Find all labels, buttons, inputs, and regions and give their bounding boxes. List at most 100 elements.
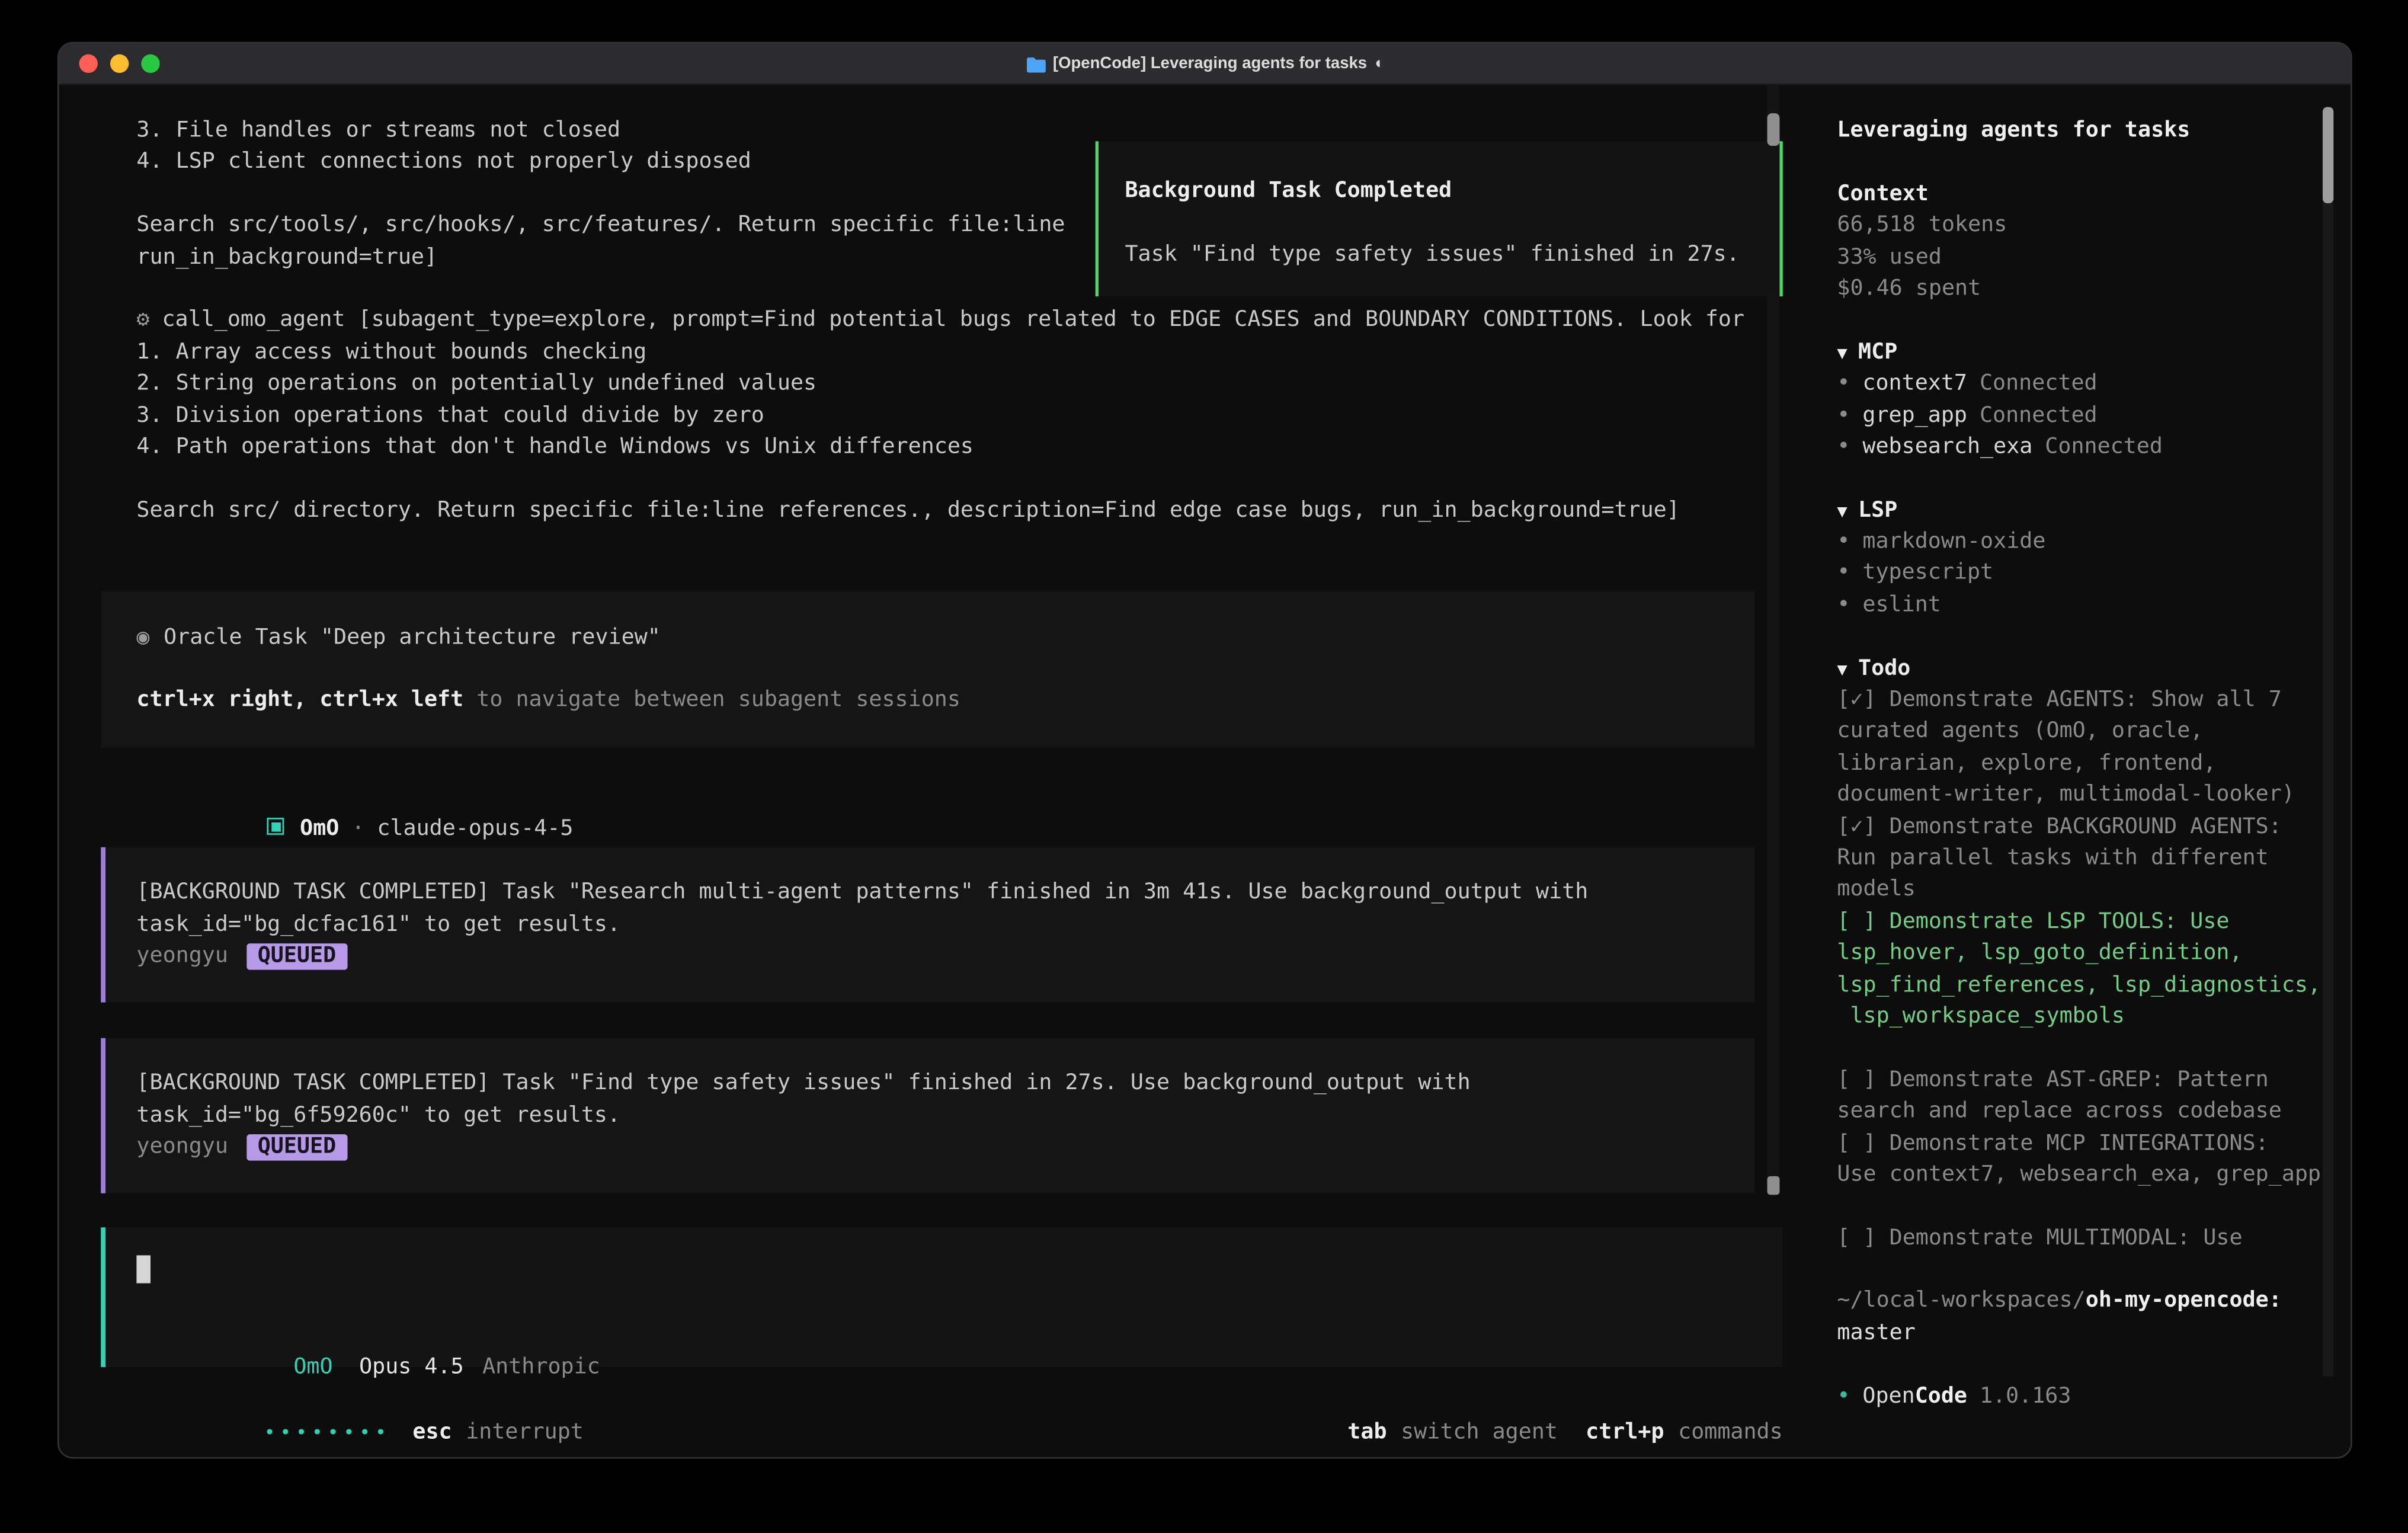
lsp-server-row: • markdown-oxide <box>1837 526 2351 558</box>
sidebar-section-todo[interactable]: ▼Todo <box>1837 652 2351 684</box>
workspace-branch: master <box>1837 1317 2351 1349</box>
spinner-icon: •••••••• <box>264 1421 391 1443</box>
todo-item-line: lsp_find_references, lsp_diagnostics, <box>1837 969 2351 1000</box>
lsp-server-name: markdown-oxide <box>1862 529 2045 554</box>
ctrlp-key-hint: ctrl+p <box>1586 1419 1664 1444</box>
sidebar-section-lsp[interactable]: ▼LSP <box>1837 495 2351 526</box>
window-titlebar[interactable]: [OpenCode] Leveraging agents for tasks ◐ <box>59 43 2351 85</box>
input-agent-name[interactable]: OmO <box>293 1354 332 1379</box>
esc-key-label: interrupt <box>466 1419 584 1444</box>
lsp-server-name: typescript <box>1862 561 1993 586</box>
gear-icon: ⚙ <box>136 308 149 332</box>
bullet-icon: • <box>1837 593 1850 617</box>
app-name-bold: Code <box>1915 1384 1967 1409</box>
ctrlp-key-label: commands <box>1678 1419 1783 1444</box>
context-used: 33% used <box>1837 241 2351 273</box>
bullet-icon: • <box>1837 371 1850 396</box>
context-tokens: 66,518 tokens <box>1837 210 2351 241</box>
lsp-server-name: eslint <box>1862 593 1941 617</box>
bullet-icon: • <box>1837 434 1850 459</box>
subagent-session-panel[interactable]: ◉Oracle Task "Deep architecture review" … <box>101 591 1754 748</box>
message-author: yeongyu <box>136 944 228 969</box>
message-author: yeongyu <box>136 1135 228 1160</box>
output-line: 1. Array access without bounds checking <box>136 337 1812 368</box>
app-version-row: • OpenCode 1.0.163 <box>1837 1381 2351 1412</box>
todo-item-line: lsp_hover, lsp_goto_definition, <box>1837 937 2351 969</box>
main-scrollbar-thumb[interactable] <box>1767 113 1780 146</box>
todo-item-line: [ ] Demonstrate MULTIMODAL: Use <box>1837 1222 2351 1254</box>
sidebar-scrollbar-thumb[interactable] <box>2323 107 2333 203</box>
close-window-button[interactable] <box>79 55 98 73</box>
message-line: task_id="bg_6f59260c" to get results. <box>136 1100 1724 1131</box>
traffic-lights <box>59 55 160 73</box>
bullet-icon: • <box>1837 529 1850 554</box>
mcp-server-name: grep_app <box>1862 403 1967 428</box>
session-sidebar: Leveraging agents for tasks Context 66,5… <box>1812 85 2351 1457</box>
bullet-icon: • <box>1837 1384 1850 1409</box>
mcp-server-status: Connected <box>1980 371 2098 396</box>
text-cursor <box>136 1256 150 1284</box>
todo-item-line: Run parallel tasks with different <box>1837 843 2351 874</box>
todo-item-line: document-writer, multimodal-looker) <box>1837 779 2351 811</box>
minimize-window-button[interactable] <box>110 55 129 73</box>
chevron-down-icon: ▼ <box>1837 659 1847 679</box>
esc-key-hint: esc <box>412 1419 451 1444</box>
app-version: 1.0.163 <box>1980 1384 2071 1409</box>
sidebar-scrollbar-track[interactable] <box>2323 107 2333 1377</box>
mcp-server-name: context7 <box>1862 371 1967 396</box>
todo-item-line: [✓] Demonstrate BACKGROUND AGENTS: <box>1837 811 2351 842</box>
loading-indicator-icon: ◐ <box>1375 55 1385 73</box>
todo-item-line: [✓] Demonstrate AGENTS: Show all 7 <box>1837 684 2351 716</box>
tab-key-hint: tab <box>1347 1419 1386 1444</box>
session-title: Leveraging agents for tasks <box>1837 115 2351 146</box>
background-task-message: [BACKGROUND TASK COMPLETED] Task "Find t… <box>101 1039 1754 1194</box>
separator-dot: · <box>351 817 364 842</box>
todo-item-line: lsp_workspace_symbols <box>1837 1001 2351 1032</box>
status-bar: •••••••• esc interrupt tab switch agent ctrl… <box>107 1384 1783 1458</box>
queued-badge: QUEUED <box>246 944 347 971</box>
toast-title: Background Task Completed <box>1125 175 1770 207</box>
shortcut-hint: to navigate between subagent sessions <box>463 688 960 713</box>
queued-badge: QUEUED <box>246 1135 347 1161</box>
window-title: [OpenCode] Leveraging agents for tasks <box>1053 55 1367 73</box>
task-completed-toast: Background Task Completed Task "Find typ… <box>1096 141 1783 296</box>
output-line: Search src/ directory. Return specific f… <box>136 495 1812 526</box>
oracle-task-title: Oracle Task "Deep architecture review" <box>164 625 661 649</box>
scroll-indicator[interactable] <box>1767 1176 1780 1195</box>
todo-item-line: [ ] Demonstrate MCP INTEGRATIONS: <box>1837 1127 2351 1158</box>
input-model-name: Opus 4.5 <box>359 1354 464 1379</box>
sidebar-section-mcp[interactable]: ▼MCP <box>1837 337 2351 368</box>
shortcut-keys: ctrl+x right, ctrl+x left <box>136 688 463 713</box>
app-name: Open <box>1862 1384 1914 1409</box>
lsp-server-row: • eslint <box>1837 590 2351 621</box>
background-task-message: [BACKGROUND TASK COMPLETED] Task "Resear… <box>101 848 1754 1003</box>
todo-item-line: [ ] Demonstrate AST-GREP: Pattern <box>1837 1064 2351 1096</box>
tool-call-line: ⚙call_omo_agent [subagent_type=explore, … <box>136 305 1812 336</box>
folder-icon <box>1025 55 1045 72</box>
message-line: [BACKGROUND TASK COMPLETED] Task "Find t… <box>136 1068 1724 1100</box>
terminal-window: [OpenCode] Leveraging agents for tasks ◐… <box>57 42 2352 1459</box>
todo-item-line: curated agents (OmO, oracle, <box>1837 716 2351 747</box>
oracle-task-icon: ◉ <box>136 625 149 649</box>
agent-icon <box>267 818 284 836</box>
workspace-path-prefix: ~/local-workspaces/ <box>1837 1289 2085 1314</box>
chevron-down-icon: ▼ <box>1837 343 1847 363</box>
todo-item-line: search and replace across codebase <box>1837 1096 2351 1127</box>
bullet-icon: • <box>1837 403 1850 428</box>
bullet-icon: • <box>1837 561 1850 586</box>
zoom-window-button[interactable] <box>141 55 159 73</box>
mcp-server-name: websearch_exa <box>1862 434 2032 459</box>
mcp-server-row: • context7 Connected <box>1837 368 2351 399</box>
output-line: 4. Path operations that don't handle Win… <box>136 431 1812 463</box>
mcp-server-status: Connected <box>2045 434 2163 459</box>
message-line: [BACKGROUND TASK COMPLETED] Task "Resear… <box>136 878 1724 909</box>
lsp-server-row: • typescript <box>1837 558 2351 589</box>
output-line: 3. Division operations that could divide… <box>136 399 1812 431</box>
tab-key-label: switch agent <box>1401 1419 1558 1444</box>
agent-name: OmO <box>300 817 339 842</box>
prompt-input[interactable]: OmOOpus 4.5Anthropic <box>101 1228 1783 1368</box>
desktop-background: [OpenCode] Leveraging agents for tasks ◐… <box>0 0 2408 1533</box>
context-spent: $0.46 spent <box>1837 273 2351 305</box>
agent-header: OmO·claude-opus-4-5 <box>136 782 1812 814</box>
toast-body: Task "Find type safety issues" finished … <box>1125 239 1770 270</box>
